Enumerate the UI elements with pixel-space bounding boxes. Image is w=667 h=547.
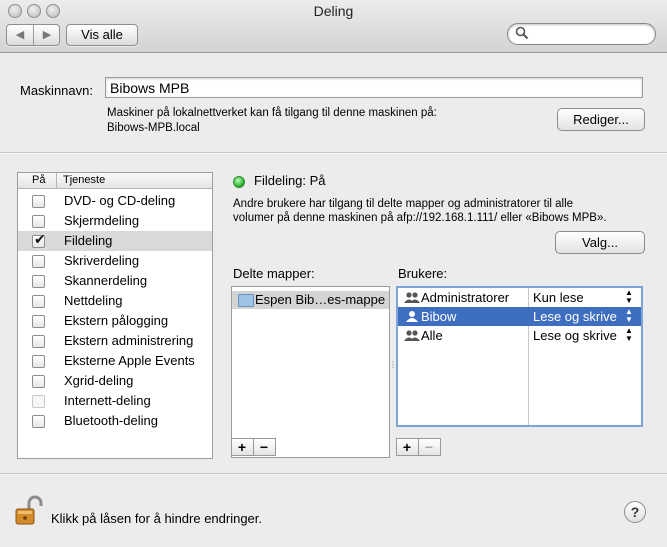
folder-row[interactable]: Espen Bib…es-mappe [232,291,389,309]
chevron-left-icon: ◀ [15,29,25,41]
unlocked-padlock-icon[interactable] [15,495,43,527]
user-row[interactable]: Bibow Lese og skrive ▲ ▼ [398,307,641,326]
service-row[interactable]: Bluetooth-deling [18,411,212,431]
popup-arrows-icon[interactable]: ▲ ▼ [625,289,633,305]
local-hostname: Bibows-MPB.local [107,122,200,134]
checkmark-icon: ✔ [34,231,46,247]
back-button[interactable]: ◀ [7,25,33,45]
search-icon [515,26,529,40]
services-list[interactable]: På Tjeneste DVD- og CD-deling Skjermdelin… [17,172,213,459]
service-checkbox[interactable] [32,355,45,368]
group-icon [404,330,420,341]
permission-popup[interactable]: Lese og skrive [533,307,617,326]
service-checkbox[interactable] [32,275,45,288]
service-label: Ekstern pålogging [64,313,169,328]
popup-arrows-icon[interactable]: ▲ ▼ [625,327,633,343]
shared-folders-list[interactable]: Espen Bib…es-mappe [231,286,390,458]
service-checkbox[interactable] [32,415,45,428]
service-row[interactable]: Eksterne Apple Events [18,351,212,371]
service-checkbox[interactable] [32,375,45,388]
service-row[interactable]: Ekstern administrering [18,331,212,351]
remove-folder-button[interactable]: − [254,439,274,455]
service-label: Fildeling [64,233,113,248]
service-checkbox[interactable] [32,315,45,328]
access-info-line: Maskiner på lokalnettverket kan få tilga… [107,107,437,119]
users-list[interactable]: Administratorer Kun lese ▲ ▼ Bibow Lese og sk… [396,286,643,427]
window-title: Deling [313,3,354,19]
sharing-status: Fildeling: På [254,173,326,188]
options-button[interactable]: Valg... [555,231,645,254]
service-label: Nettdeling [64,293,123,308]
description-line: volumer på denne maskinen på afp://192.1… [233,212,607,224]
service-label: Xgrid-deling [64,373,134,388]
column-header-service[interactable]: Tjeneste [63,173,105,188]
computer-name-label: Maskinnavn: [20,83,93,98]
section-divider [0,152,667,154]
folder-name: Espen Bib…es-mappe [255,292,386,307]
add-folder-button[interactable]: + [232,439,252,455]
sharing-description: Andre brukere har tilgang til delte mapp… [233,197,653,225]
service-checkbox[interactable] [32,335,45,348]
folder-add-remove-control: + − [231,438,276,456]
forward-button[interactable]: ▶ [34,25,60,45]
network-access-info: Maskiner på lokalnettverket kan få tilga… [107,106,437,136]
service-row[interactable]: DVD- og CD-deling [18,191,212,211]
shared-folders-label: Delte mapper: [233,266,315,281]
service-row[interactable]: ✔ Fildeling [18,231,212,251]
service-label: Skriverdeling [64,253,140,268]
service-checkbox [32,395,45,408]
users-label: Brukere: [398,266,448,281]
column-header-on[interactable]: På [32,173,45,188]
permission-popup[interactable]: Lese og skrive [533,326,617,345]
split-resize-handle[interactable]: ⋮ [389,360,397,369]
service-checkbox[interactable] [32,195,45,208]
group-icon [404,292,420,303]
user-icon [406,311,418,322]
popup-arrows-icon[interactable]: ▲ ▼ [625,308,633,324]
service-label: Ekstern administrering [64,333,194,348]
service-checkbox[interactable] [32,295,45,308]
service-label: Bluetooth-deling [64,413,158,428]
service-row[interactable]: Skjermdeling [18,211,212,231]
permission-popup[interactable]: Kun lese [533,288,584,307]
user-name: Administratorer [421,290,510,305]
service-checkbox[interactable] [32,255,45,268]
chevron-right-icon: ▶ [42,29,52,41]
back-forward-control: ◀ ▶ [6,24,60,46]
service-label: Internett-deling [64,393,151,408]
folder-icon [238,294,254,307]
computer-name-field[interactable]: Bibows MPB [105,77,643,98]
description-line: Andre brukere har tilgang til delte mapp… [233,198,574,210]
search-input[interactable] [507,23,656,45]
service-row[interactable]: Skannerdeling [18,271,212,291]
service-row[interactable]: Ekstern pålogging [18,311,212,331]
service-row[interactable]: Internett-deling [18,391,212,411]
service-row[interactable]: Xgrid-deling [18,371,212,391]
user-row[interactable]: Administratorer Kun lese ▲ ▼ [398,288,641,307]
service-label: Skjermdeling [64,213,140,228]
service-row[interactable]: Nettdeling [18,291,212,311]
service-row[interactable]: Skriverdeling [18,251,212,271]
user-name: Bibow [421,309,457,324]
show-all-button[interactable]: Vis alle [66,24,138,46]
help-button[interactable]: ? [624,501,646,523]
service-checkbox[interactable]: ✔ [32,231,46,248]
user-row[interactable]: Alle Lese og skrive ▲ ▼ [398,326,641,345]
column-divider [56,173,57,188]
edit-button[interactable]: Rediger... [557,108,645,131]
remove-user-button[interactable]: − [419,439,439,455]
user-name: Alle [421,328,443,343]
lock-message: Klikk på låsen for å hindre endringer. [51,511,263,526]
footer-divider [0,473,667,475]
window-toolbar: Deling ◀ ▶ Vis alle [0,0,667,53]
user-add-remove-control: + − [396,438,441,456]
services-list-header: På Tjeneste [18,173,212,189]
service-label: Skannerdeling [64,273,148,288]
service-checkbox[interactable] [32,215,45,228]
status-indicator-icon [233,176,245,188]
service-label: DVD- og CD-deling [64,193,176,208]
add-user-button[interactable]: + [397,439,417,455]
service-label: Eksterne Apple Events [64,353,195,368]
